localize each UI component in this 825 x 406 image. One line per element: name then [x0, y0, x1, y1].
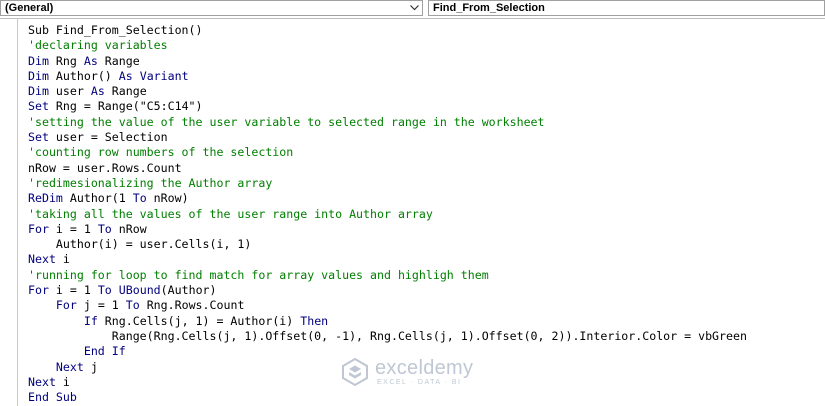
code-window-toolbar: (General) Find_From_Selection: [0, 0, 825, 19]
code-line[interactable]: For i = 1 To nRow: [28, 222, 747, 237]
code-text: i: [55, 374, 70, 389]
chevron-down-icon[interactable]: [407, 1, 421, 15]
code-keyword: If: [83, 313, 98, 328]
code-keyword: To: [97, 283, 112, 298]
code-text: nRow: [111, 221, 147, 236]
code-keyword: To: [97, 221, 112, 236]
code-keyword: Dim: [28, 53, 49, 68]
code-keyword: UBound: [118, 283, 161, 298]
code-keyword: Next: [55, 359, 84, 374]
code-keyword: Next: [28, 252, 56, 267]
object-combo[interactable]: (General): [0, 0, 423, 16]
code-comment: 'taking all the values of the user range…: [28, 206, 433, 221]
code-text: j: [83, 359, 98, 374]
code-keyword: End If: [83, 344, 126, 359]
code-keyword: As: [118, 68, 133, 83]
code-keyword: End Sub: [28, 390, 77, 405]
code-line[interactable]: ReDim Author(1 To nRow): [28, 191, 747, 206]
code-line[interactable]: Set user = Selection: [28, 130, 747, 145]
code-line[interactable]: Range(Rng.Cells(j, 1).Offset(0, -1), Rng…: [28, 329, 747, 344]
code-text: i = 1: [48, 221, 98, 236]
code-line[interactable]: Dim Author() As Variant: [28, 69, 747, 84]
code-text: nRow): [146, 191, 189, 206]
code-comment: 'running for loop to find match for arra…: [28, 267, 489, 282]
object-combo-value: (General): [5, 2, 54, 14]
code-keyword: To: [125, 298, 140, 313]
code-text: user: [48, 84, 91, 99]
code-text: i = 1: [48, 283, 98, 298]
code-keyword: For: [28, 283, 49, 298]
code-line[interactable]: nRow = user.Rows.Count: [28, 161, 747, 176]
code-line[interactable]: Set Rng = Range("C5:C14"): [28, 99, 747, 114]
code-line[interactable]: Author(i) = user.Cells(i, 1): [28, 237, 747, 252]
code-text: user = Selection: [48, 130, 168, 145]
code-comment: 'redimesionalizing the Author array: [28, 175, 273, 190]
code-text: Rng = Range("C5:C14"): [48, 99, 203, 114]
code-line[interactable]: 'running for loop to find match for arra…: [28, 268, 747, 283]
code-line[interactable]: 'taking all the values of the user range…: [28, 207, 747, 222]
code-text: Sub Find_From_Selection(): [28, 23, 203, 37]
code-text: j = 1: [76, 298, 126, 313]
code-keyword: For: [28, 221, 49, 236]
code-line[interactable]: End Sub: [28, 390, 747, 405]
code-keyword: Then: [300, 313, 329, 328]
code-text: Rng.Rows.Count: [139, 298, 245, 313]
code-line[interactable]: Next i: [28, 252, 747, 267]
code-keyword: To: [132, 191, 147, 206]
code-text: (Author): [160, 283, 217, 298]
code-text: Range: [104, 84, 147, 99]
watermark-subtitle: EXCEL · DATA · BI: [377, 378, 462, 386]
code-keyword: As: [90, 84, 105, 99]
procedure-combo-value: Find_From_Selection: [433, 2, 545, 14]
code-line[interactable]: Dim Rng As Range: [28, 54, 747, 69]
code-keyword: Dim: [28, 84, 49, 99]
code-line[interactable]: 'redimesionalizing the Author array: [28, 176, 747, 191]
code-text: i: [55, 252, 70, 267]
code-text: Rng.Cells(j, 1) = Author(i): [97, 313, 301, 328]
code-keyword: ReDim: [28, 191, 63, 206]
code-keyword: Set: [28, 99, 49, 114]
procedure-combo[interactable]: Find_From_Selection: [428, 0, 825, 16]
code-line[interactable]: 'declaring variables: [28, 38, 747, 53]
code-keyword: Variant: [139, 68, 189, 83]
code-line[interactable]: For i = 1 To UBound(Author): [28, 283, 747, 298]
code-keyword: For: [55, 298, 77, 313]
code-line[interactable]: If Rng.Cells(j, 1) = Author(i) Then: [28, 314, 747, 329]
code-line[interactable]: Sub Find_From_Selection(): [28, 23, 747, 38]
code-editor[interactable]: Sub Find_From_Selection()'declaring vari…: [28, 23, 747, 405]
code-line[interactable]: 'setting the value of the user variable …: [28, 115, 747, 130]
code-text: Author(1: [62, 191, 133, 206]
code-text: Range: [97, 53, 140, 68]
code-keyword: Dim: [28, 68, 49, 83]
code-keyword: As: [83, 53, 98, 68]
code-comment: 'setting the value of the user variable …: [28, 114, 545, 129]
code-text: Range(Rng.Cells(j, 1).Offset(0, -1), Rng…: [28, 328, 747, 343]
code-line[interactable]: For j = 1 To Rng.Rows.Count: [28, 298, 747, 313]
code-keyword: Set: [28, 130, 49, 145]
watermark: exceldemy EXCEL · DATA · BI: [340, 357, 473, 387]
watermark-title: exceldemy: [375, 356, 474, 379]
code-text: Author(i) = user.Cells(i, 1): [28, 237, 252, 252]
code-text: Rng: [48, 53, 84, 68]
exceldemy-logo-icon: [342, 357, 368, 387]
code-text: nRow = user.Rows.Count: [28, 160, 182, 175]
code-line[interactable]: 'counting row numbers of the selection: [28, 145, 747, 160]
code-line[interactable]: Dim user As Range: [28, 84, 747, 99]
margin-indicator-bar[interactable]: [0, 19, 18, 406]
code-text: Author(): [48, 68, 119, 83]
code-comment: 'counting row numbers of the selection: [28, 145, 294, 160]
code-keyword: Next: [28, 374, 56, 389]
code-comment: 'declaring variables: [28, 38, 168, 53]
